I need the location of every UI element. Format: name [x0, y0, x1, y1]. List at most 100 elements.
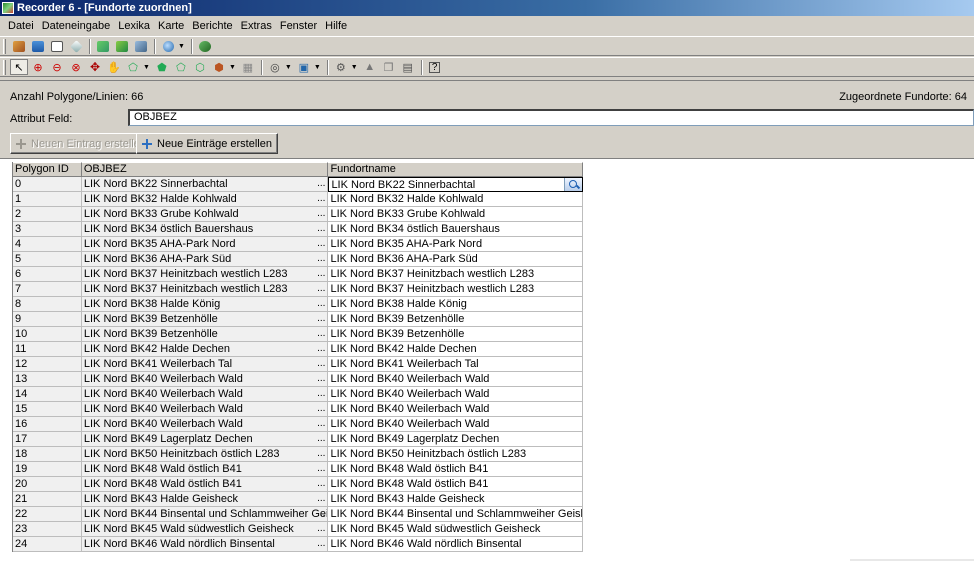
cell-fundortname[interactable]: LIK Nord BK49 Lagerplatz Dechen [328, 432, 583, 447]
cell-fundortname[interactable]: LIK Nord BK33 Grube Kohlwald [328, 207, 583, 222]
ellipsis-button[interactable]: ... [317, 282, 325, 296]
cell-fundortname[interactable]: LIK Nord BK36 AHA-Park Süd [328, 252, 583, 267]
new-entries-button[interactable]: Neue Einträge erstellen [136, 133, 278, 154]
cell-polygon-id[interactable]: 19 [13, 462, 82, 477]
menu-fenster[interactable]: Fenster [276, 20, 321, 32]
table-row[interactable]: 17 LIK Nord BK49 Lagerplatz Dechen... LIK … [13, 432, 583, 447]
cell-objbez[interactable]: LIK Nord BK32 Halde Kohlwald... [81, 192, 329, 207]
globe-icon[interactable] [159, 38, 177, 54]
cell-polygon-id[interactable]: 4 [13, 237, 82, 252]
table-row[interactable]: 5 LIK Nord BK36 AHA-Park Süd... LIK Nord B… [13, 252, 583, 267]
ellipsis-button[interactable]: ... [317, 492, 325, 506]
ellipsis-button[interactable]: ... [317, 327, 325, 341]
table-row[interactable]: 2 LIK Nord BK33 Grube Kohlwald... LIK Nord… [13, 207, 583, 222]
table-row[interactable]: 0 LIK Nord BK22 Sinnerbachtal... LIK Nord … [13, 177, 583, 192]
cell-fundortname[interactable]: LIK Nord BK40 Weilerbach Wald [328, 417, 583, 432]
layers-icon[interactable]: ◎ [266, 59, 284, 75]
cell-objbez[interactable]: LIK Nord BK37 Heinitzbach westlich L283.… [81, 267, 329, 282]
polygon-edit-icon[interactable]: ⬠ [172, 59, 190, 75]
cell-fundortname[interactable]: LIK Nord BK39 Betzenhölle [328, 327, 583, 342]
table-row[interactable]: 14 LIK Nord BK40 Weilerbach Wald... LIK No… [13, 387, 583, 402]
cell-polygon-id[interactable]: 15 [13, 402, 82, 417]
cell-objbez[interactable]: LIK Nord BK33 Grube Kohlwald... [81, 207, 329, 222]
polygon-x-icon[interactable]: ⬟ [153, 59, 171, 75]
cell-objbez[interactable]: LIK Nord BK48 Wald östlich B41... [81, 477, 329, 492]
cell-objbez[interactable]: LIK Nord BK39 Betzenhölle... [81, 312, 329, 327]
ellipsis-button[interactable]: ... [317, 372, 325, 386]
cell-fundortname[interactable]: LIK Nord BK41 Weilerbach Tal [328, 357, 583, 372]
cell-objbez[interactable]: LIK Nord BK43 Halde Geisheck... [81, 492, 329, 507]
table-row[interactable]: 23 LIK Nord BK45 Wald südwestlich Geishec… [13, 522, 583, 537]
table-row[interactable]: 4 LIK Nord BK35 AHA-Park Nord... LIK Nord … [13, 237, 583, 252]
cell-fundortname[interactable]: LIK Nord BK35 AHA-Park Nord [328, 237, 583, 252]
grid-icon[interactable]: ▦ [239, 59, 257, 75]
report-icon[interactable]: ▤ [399, 59, 417, 75]
menu-karte[interactable]: Karte [154, 20, 188, 32]
cell-objbez[interactable]: LIK Nord BK39 Betzenhölle... [81, 327, 329, 342]
ellipsis-button[interactable]: ... [317, 237, 325, 251]
ellipsis-button[interactable]: ... [317, 297, 325, 311]
cell-polygon-id[interactable]: 13 [13, 372, 82, 387]
cell-fundortname[interactable]: LIK Nord BK40 Weilerbach Wald [328, 402, 583, 417]
table-row[interactable]: 22 LIK Nord BK44 Binsental und Schlammwei… [13, 507, 583, 522]
cell-polygon-id[interactable]: 14 [13, 387, 82, 402]
cell-objbez[interactable]: LIK Nord BK40 Weilerbach Wald... [81, 372, 329, 387]
cell-polygon-id[interactable]: 9 [13, 312, 82, 327]
table-row[interactable]: 13 LIK Nord BK40 Weilerbach Wald... LIK No… [13, 372, 583, 387]
cell-objbez[interactable]: LIK Nord BK46 Wald nördlich Binsental... [81, 537, 329, 552]
table-row[interactable]: 20 LIK Nord BK48 Wald östlich B41... LIK N… [13, 477, 583, 492]
cell-polygon-id[interactable]: 6 [13, 267, 82, 282]
cell-polygon-id[interactable]: 17 [13, 432, 82, 447]
attribute-field-input[interactable]: OBJBEZ [128, 109, 974, 126]
cell-fundortname[interactable]: LIK Nord BK38 Halde König [328, 297, 583, 312]
bucket-icon[interactable]: ▲ [361, 59, 379, 75]
table-row[interactable]: 19 LIK Nord BK48 Wald östlich B41... LIK N… [13, 462, 583, 477]
table-row[interactable]: 3 LIK Nord BK34 östlich Bauershaus... LIK … [13, 222, 583, 237]
chevron-down-icon[interactable]: ▼ [229, 64, 236, 71]
users-icon[interactable] [10, 38, 28, 54]
table-row[interactable]: 21 LIK Nord BK43 Halde Geisheck... LIK Nor… [13, 492, 583, 507]
cell-polygon-id[interactable]: 3 [13, 222, 82, 237]
toolbar-grip[interactable] [3, 38, 6, 54]
ellipsis-button[interactable]: ... [317, 402, 325, 416]
cell-fundortname[interactable]: LIK Nord BK48 Wald östlich B41 [328, 477, 583, 492]
cell-objbez[interactable]: LIK Nord BK45 Wald südwestlich Geisheck.… [81, 522, 329, 537]
new-entry-button[interactable]: Neuen Eintrag erstellen [10, 133, 152, 154]
cell-polygon-id[interactable]: 0 [13, 177, 82, 192]
chevron-down-icon[interactable]: ▼ [143, 64, 150, 71]
column-header-polygon-id[interactable]: Polygon ID▲ [13, 162, 82, 177]
tag-icon[interactable] [67, 38, 85, 54]
cell-polygon-id[interactable]: 23 [13, 522, 82, 537]
ellipsis-button[interactable]: ... [317, 477, 325, 491]
cell-objbez[interactable]: LIK Nord BK42 Halde Dechen... [81, 342, 329, 357]
cell-objbez[interactable]: LIK Nord BK40 Weilerbach Wald... [81, 417, 329, 432]
cell-objbez[interactable]: LIK Nord BK40 Weilerbach Wald... [81, 387, 329, 402]
image-icon[interactable] [29, 38, 47, 54]
table-row[interactable]: 9 LIK Nord BK39 Betzenhölle... LIK Nord BK… [13, 312, 583, 327]
table-row[interactable]: 6 LIK Nord BK37 Heinitzbach westlich L283… [13, 267, 583, 282]
cell-polygon-id[interactable]: 21 [13, 492, 82, 507]
cell-fundortname[interactable]: LIK Nord BK42 Halde Dechen [328, 342, 583, 357]
table-row[interactable]: 10 LIK Nord BK39 Betzenhölle... LIK Nord B… [13, 327, 583, 342]
cell-fundortname[interactable]: LIK Nord BK40 Weilerbach Wald [328, 387, 583, 402]
zoom-in-icon[interactable]: ⊕ [29, 59, 47, 75]
pointer-icon[interactable]: ↖ [10, 59, 28, 75]
polygon-settings-icon[interactable]: ⬢ [210, 59, 228, 75]
ellipsis-button[interactable]: ... [317, 342, 325, 356]
settings-icon[interactable]: ⚙ [332, 59, 350, 75]
cell-objbez[interactable]: LIK Nord BK40 Weilerbach Wald... [81, 402, 329, 417]
frame-icon[interactable]: ▣ [295, 59, 313, 75]
cell-polygon-id[interactable]: 18 [13, 447, 82, 462]
pan-icon[interactable]: ✥ [86, 59, 104, 75]
cell-polygon-id[interactable]: 7 [13, 282, 82, 297]
map-tree-icon[interactable] [113, 38, 131, 54]
menu-berichte[interactable]: Berichte [188, 20, 236, 32]
puzzle-icon[interactable] [196, 38, 214, 54]
cell-objbez[interactable]: LIK Nord BK44 Binsental und Schlammweihe… [81, 507, 329, 522]
ellipsis-button[interactable]: ... [317, 312, 325, 326]
ellipsis-button[interactable]: ... [317, 222, 325, 236]
menu-extras[interactable]: Extras [237, 20, 276, 32]
window-icon[interactable] [48, 38, 66, 54]
cell-polygon-id[interactable]: 11 [13, 342, 82, 357]
cell-fundortname[interactable]: LIK Nord BK48 Wald östlich B41 [328, 462, 583, 477]
